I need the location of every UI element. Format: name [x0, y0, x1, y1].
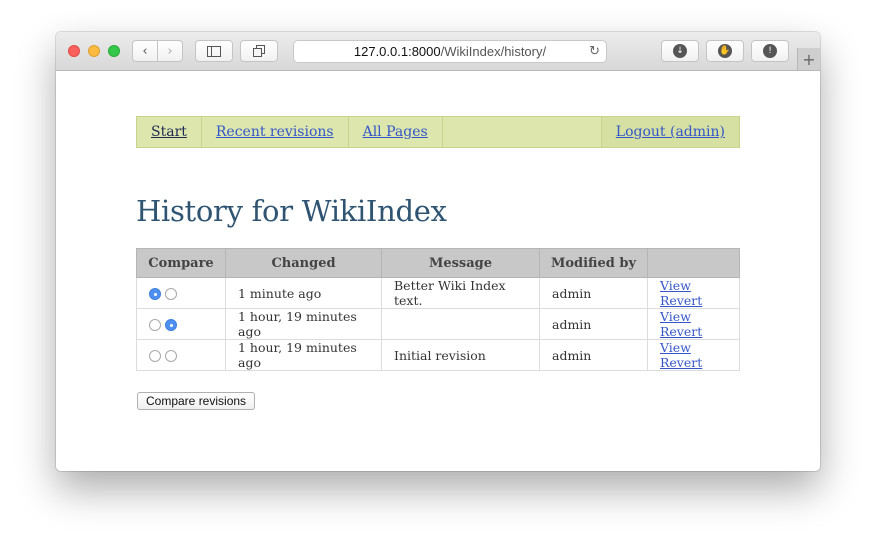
view-link[interactable]: View: [660, 340, 691, 355]
compare-cell: [136, 308, 226, 340]
forward-button[interactable]: ›: [157, 40, 183, 62]
modified-by-cell: admin: [539, 277, 648, 309]
sidebar-toggle-button[interactable]: [195, 40, 233, 62]
hand-icon: ✋: [718, 44, 732, 58]
page-content: Start Recent revisions All Pages Logout …: [56, 71, 820, 471]
back-button[interactable]: ‹: [132, 40, 158, 62]
address-bar[interactable]: 127.0.0.1:8000/WikiIndex/history/ ↻: [293, 40, 607, 63]
menu-item-start[interactable]: Start: [137, 117, 202, 147]
tabs-icon: [253, 45, 265, 57]
minimize-window-button[interactable]: [88, 45, 100, 57]
view-link[interactable]: View: [660, 278, 691, 293]
view-link[interactable]: View: [660, 309, 691, 324]
actions-cell: View Revert: [647, 277, 740, 309]
close-window-button[interactable]: [68, 45, 80, 57]
chevron-left-icon: ‹: [142, 43, 148, 59]
page-title: History for WikiIndex: [136, 194, 447, 228]
compare-radio-new[interactable]: [165, 319, 177, 331]
table-row: 1 minute ago Better Wiki Index text. adm…: [136, 277, 740, 309]
sidebar-icon: [207, 45, 221, 57]
column-header-changed: Changed: [225, 248, 382, 278]
table-row: 1 hour, 19 minutes ago Initial revision …: [136, 339, 740, 371]
menu-item-recent-revisions[interactable]: Recent revisions: [202, 117, 349, 147]
info-icon: !: [763, 44, 777, 58]
compare-cell: [136, 339, 226, 371]
modified-by-cell: admin: [539, 339, 648, 371]
browser-toolbar: ‹ › 127.0.0.1:8000/WikiIndex/history/ ↻ …: [56, 32, 820, 71]
compare-radio-old[interactable]: [149, 319, 161, 331]
column-header-modified-by: Modified by: [539, 248, 648, 278]
download-icon: ↓: [673, 44, 687, 58]
url-path: /WikiIndex/history/: [440, 44, 547, 59]
column-header-message: Message: [381, 248, 540, 278]
revert-link[interactable]: Revert: [660, 355, 702, 370]
actions-cell: View Revert: [647, 339, 740, 371]
changed-cell: 1 hour, 19 minutes ago: [225, 308, 382, 340]
compare-radio-new[interactable]: [165, 288, 177, 300]
menu-spacer: [443, 117, 601, 147]
modified-by-cell: admin: [539, 308, 648, 340]
plus-icon: +: [802, 49, 816, 69]
new-tab-button[interactable]: +: [797, 48, 820, 70]
extension-button[interactable]: !: [751, 40, 789, 62]
wiki-menu: Start Recent revisions All Pages Logout …: [136, 116, 740, 148]
browser-window: ‹ › 127.0.0.1:8000/WikiIndex/history/ ↻ …: [56, 32, 820, 471]
url-host: 127.0.0.1:8000: [353, 44, 441, 59]
column-header-actions: [647, 248, 740, 278]
revert-link[interactable]: Revert: [660, 324, 702, 339]
reload-icon[interactable]: ↻: [589, 44, 600, 59]
revert-link[interactable]: Revert: [660, 293, 702, 308]
table-header-row: Compare Changed Message Modified by: [136, 248, 740, 278]
extension-button[interactable]: ✋: [706, 40, 744, 62]
logout-link[interactable]: Logout (admin): [600, 117, 739, 147]
changed-cell: 1 hour, 19 minutes ago: [225, 339, 382, 371]
maximize-window-button[interactable]: [108, 45, 120, 57]
message-cell: Better Wiki Index text.: [381, 277, 540, 309]
message-cell: [381, 308, 540, 340]
compare-radio-old[interactable]: [149, 350, 161, 362]
column-header-compare: Compare: [136, 248, 226, 278]
actions-cell: View Revert: [647, 308, 740, 340]
compare-radio-old[interactable]: [149, 288, 161, 300]
compare-radio-new[interactable]: [165, 350, 177, 362]
changed-cell: 1 minute ago: [225, 277, 382, 309]
message-cell: Initial revision: [381, 339, 540, 371]
tab-overview-button[interactable]: [240, 40, 278, 62]
menu-item-all-pages[interactable]: All Pages: [349, 117, 443, 147]
history-table: Compare Changed Message Modified by 1 mi…: [136, 248, 740, 371]
compare-cell: [136, 277, 226, 309]
compare-revisions-button[interactable]: Compare revisions: [137, 392, 256, 410]
downloads-button[interactable]: ↓: [661, 40, 699, 62]
chevron-right-icon: ›: [167, 43, 173, 59]
table-row: 1 hour, 19 minutes ago admin View Revert: [136, 308, 740, 340]
